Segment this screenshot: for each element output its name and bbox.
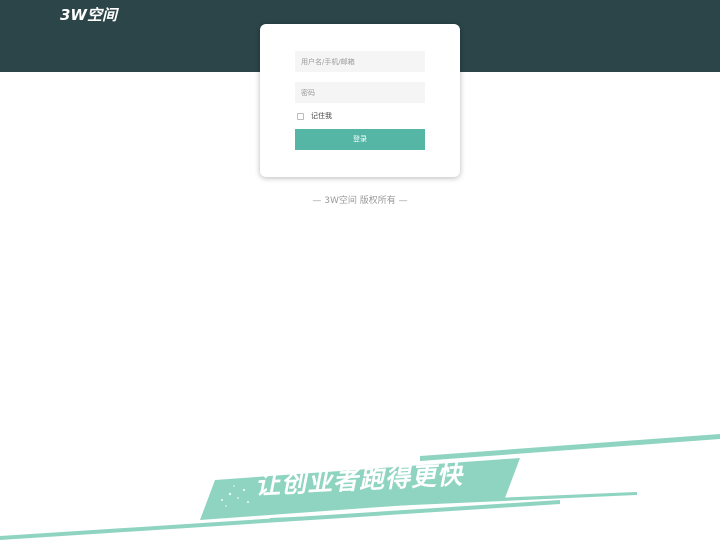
remember-me-checkbox[interactable] xyxy=(297,112,304,120)
login-button[interactable]: 登录 xyxy=(295,129,425,150)
login-page: 3W空间 记住我 登录 — 3W空间 版权所有 — 让创业者跑得更快 xyxy=(0,0,720,540)
slogan-band-top-stripe xyxy=(420,434,720,461)
username-input[interactable] xyxy=(295,51,425,72)
logo[interactable]: 3W空间 xyxy=(60,4,117,25)
copyright-text: — 3W空间 版权所有 — xyxy=(312,196,408,206)
password-input[interactable] xyxy=(295,82,425,103)
remember-me-label[interactable]: 记住我 xyxy=(311,111,332,121)
login-card: 记住我 登录 xyxy=(260,24,460,177)
remember-me-row[interactable]: 记住我 xyxy=(297,111,332,121)
